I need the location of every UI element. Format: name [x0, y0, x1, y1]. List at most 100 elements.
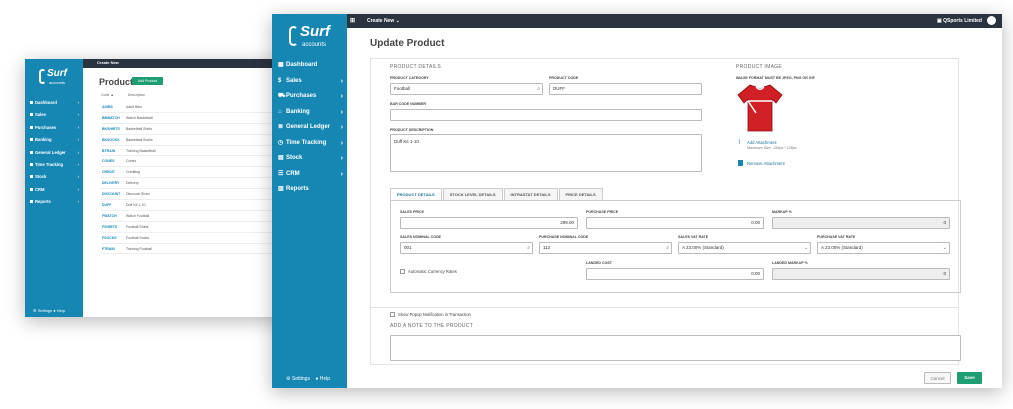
table-row[interactable]: BTRAIN Training Basketball [101, 146, 287, 157]
search-icon[interactable]: ⌕ [537, 84, 540, 94]
table-row[interactable]: BKSHIRTS Basketball Shirts [101, 124, 287, 135]
sidebar-item-sales[interactable]: Sales [25, 109, 83, 122]
table-row[interactable]: CONES Cones [101, 156, 287, 168]
add-product-button[interactable]: Add Product [132, 77, 163, 85]
sidebar-item-sales[interactable]: $ Sales › [272, 74, 347, 90]
barcode-input[interactable] [390, 109, 702, 121]
sidebar-item-dashboard[interactable]: Dashboard [25, 97, 83, 109]
sidebar-item-general-ledger[interactable]: ≣ General Ledger › [272, 120, 347, 136]
sidebar-item-banking[interactable]: Banking [25, 134, 83, 147]
user-avatar-icon[interactable] [987, 16, 996, 25]
row-code[interactable]: FTRAIN [102, 247, 115, 251]
row-description: Training Football [126, 246, 152, 251]
auto-currency-checkbox[interactable] [400, 269, 405, 274]
popup-note-checkbox[interactable] [390, 312, 395, 317]
trash-icon[interactable] [738, 160, 743, 166]
table-row[interactable]: FWATCH Watch Football [101, 211, 287, 222]
sidebar-item-purchases[interactable]: ⛟ Purchases › [272, 89, 347, 105]
help-label: Help [319, 376, 331, 382]
sidebar: Surf accounts Dashboard Sales Purchases … [25, 59, 83, 317]
table-row[interactable]: DISCOUNT Discount Given [101, 189, 287, 201]
description-textarea[interactable]: Duff Kit 1-10 [390, 134, 702, 172]
sales-nominal-input[interactable]: 001 ⌕ [400, 242, 533, 254]
row-code[interactable]: FSOCKS [102, 236, 117, 240]
tab-price-details[interactable]: PRICE DETAILS [558, 188, 603, 200]
row-code[interactable]: BKSHIRTS [102, 127, 120, 131]
cancel-button[interactable]: Cancel [924, 372, 951, 384]
row-code[interactable]: CONES [102, 159, 114, 163]
sidebar-item-time-tracking[interactable]: Time Tracking [25, 159, 83, 171]
help-link[interactable]: ● Help [315, 376, 330, 382]
add-attachment-link[interactable]: Add Attachment [747, 140, 777, 145]
search-icon[interactable]: ⌕ [666, 243, 669, 253]
purchase-vat-value: A 23.00% (Standard) [821, 245, 863, 250]
row-description: Training Basketball [126, 148, 156, 153]
column-code[interactable]: Code ▲ [101, 93, 114, 97]
table-row[interactable]: FTRAIN Training Football [101, 244, 287, 255]
table-row[interactable]: DUFF Duff Kit 1-10 [101, 200, 287, 211]
sidebar-item-stock[interactable]: ▤ Stock › [272, 151, 347, 167]
tab-stock-level-details[interactable]: STOCK LEVEL DETAILS [442, 188, 503, 200]
row-description: Football Socks [126, 235, 149, 240]
grid-menu-icon[interactable]: ⊞ [350, 17, 355, 24]
popup-note-label: Show Popup Notification in Transaction [398, 312, 471, 317]
sidebar-item-purchases[interactable]: Purchases [25, 122, 83, 134]
code-input[interactable]: DUFF [549, 83, 702, 95]
row-code[interactable]: ADIBS [102, 105, 113, 109]
row-code[interactable]: DISCOUNT [102, 192, 120, 196]
search-icon[interactable]: ⌕ [527, 243, 530, 253]
row-code[interactable]: FSHIRTS [102, 225, 117, 229]
purchase-nominal-input[interactable]: 112 ⌕ [539, 242, 672, 254]
table-row[interactable]: ADIBS Adult Bibs [101, 102, 287, 113]
table-row[interactable]: DELIVERY Delivery [101, 178, 287, 190]
tab-intrastat-details[interactable]: INTRASTAT DETAILS [503, 188, 558, 200]
remove-attachment-link[interactable]: Remove Attachment [747, 161, 785, 166]
row-code[interactable]: BKSOCKS [102, 138, 120, 142]
sidebar-item-stock[interactable]: Stock [25, 171, 83, 184]
sidebar-footer[interactable]: ⚙ Settings ● Help [33, 308, 65, 313]
sidebar-item-label: Sales [286, 77, 302, 84]
products-table: ADIBS Adult Bibs BBWATCH Watch Basketball BK… [101, 102, 287, 255]
settings-link[interactable]: ⚙ Settings [286, 376, 310, 382]
row-code[interactable]: BBWATCH [102, 116, 120, 120]
row-code[interactable]: FWATCH [102, 214, 117, 218]
sidebar-item-crm[interactable]: ☰ CRM › [272, 167, 347, 183]
notes-textarea[interactable] [390, 335, 961, 361]
create-new-menu[interactable]: Create New ⌄ [367, 18, 400, 24]
table-row[interactable]: CREDIT Crediting [101, 167, 287, 179]
company-name[interactable]: ▣ QSports Limited [937, 18, 982, 24]
purchase-price-input[interactable]: 0.00 [586, 217, 764, 229]
column-description[interactable]: Description [128, 93, 146, 97]
table-row[interactable]: FSOCKS Football Socks [101, 233, 287, 244]
tab-product-details[interactable]: PRODUCT DETAILS [390, 188, 442, 200]
landed-cost-input[interactable]: 0.00 [586, 268, 764, 280]
create-new-label: Create New [367, 18, 395, 24]
create-new-menu[interactable]: Create New [97, 60, 119, 65]
landed-markup-input: 0 [772, 268, 950, 280]
purchase-vat-select[interactable]: A 23.00% (Standard) ⌄ [817, 242, 950, 254]
category-input[interactable]: Football ⌕ [390, 83, 543, 95]
row-code[interactable]: CREDIT [102, 170, 115, 174]
paperclip-icon[interactable]: ⌇ [738, 139, 741, 146]
row-code[interactable]: DUFF [102, 203, 111, 207]
row-code[interactable]: BTRAIN [102, 149, 115, 153]
row-code[interactable]: DELIVERY [102, 181, 119, 185]
sidebar-item-banking[interactable]: ⌂ Banking › [272, 105, 347, 121]
stock-icon: ▤ [278, 155, 284, 161]
sidebar-item-time-tracking[interactable]: ◷ Time Tracking › [272, 136, 347, 152]
save-button[interactable]: Save [957, 372, 982, 384]
sidebar-item-general-ledger[interactable]: General Ledger [25, 147, 83, 159]
landed-cost-label: LANDED COST [586, 261, 612, 265]
settings-label: Settings [291, 376, 310, 382]
sidebar-item-reports[interactable]: ▥ Reports [272, 182, 347, 198]
sidebar-item-reports[interactable]: Reports [25, 196, 83, 209]
sidebar-nav: ▦ Dashboard $ Sales › ⛟ Purchases › ⌂ Banking › ≣ Ge… [272, 58, 347, 198]
table-row[interactable]: BKSOCKS Basketball Socks [101, 135, 287, 146]
sidebar-item-dashboard[interactable]: ▦ Dashboard [272, 58, 347, 74]
table-row[interactable]: BBWATCH Watch Basketball [101, 113, 287, 124]
chevron-right-icon: › [340, 139, 343, 147]
sales-price-input[interactable]: 299.00 [400, 217, 578, 229]
sales-vat-select[interactable]: A 23.00% (Standard) ⌄ [678, 242, 811, 254]
table-row[interactable]: FSHIRTS Football Shirts [101, 222, 287, 233]
sidebar-item-crm[interactable]: CRM [25, 184, 83, 196]
